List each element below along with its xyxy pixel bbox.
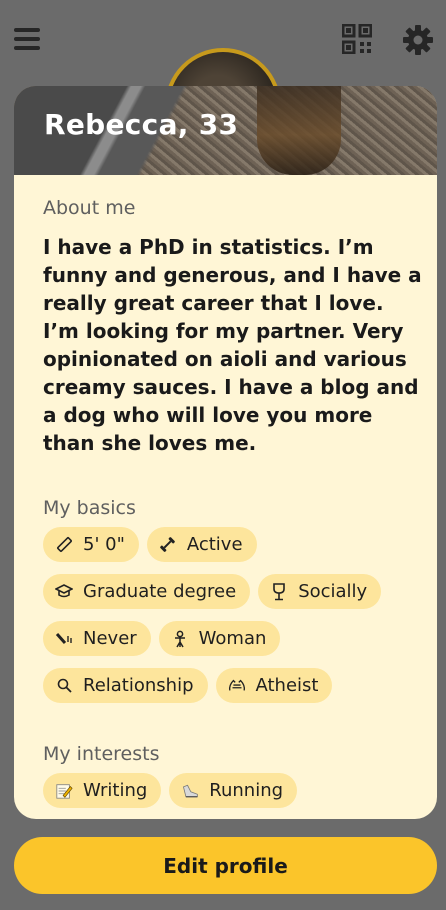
interest-chip-running: Running — [169, 773, 298, 808]
interest-chip-label: Writing — [83, 780, 148, 801]
basic-chip-label: Graduate degree — [83, 581, 237, 602]
profile-card: Rebecca, 33 About me I have a PhD in sta… — [14, 86, 437, 819]
smoking-icon — [55, 630, 73, 648]
qr-code-icon[interactable] — [341, 23, 373, 55]
basic-chip-education: Graduate degree — [43, 574, 251, 609]
basic-chip-label: Woman — [198, 628, 267, 649]
basic-chip-exercise: Active — [146, 527, 257, 562]
interests-label: My interests — [43, 743, 160, 765]
basic-chip-label: 5' 0" — [83, 534, 125, 555]
profile-name-age: Rebecca, 33 — [44, 108, 239, 141]
edit-profile-button[interactable]: Edit profile — [14, 837, 437, 894]
dumbbell-icon — [159, 536, 177, 554]
basic-chip-label: Atheist — [255, 675, 319, 696]
gender-icon — [171, 630, 189, 648]
basic-chip-smoking: Never — [43, 621, 151, 656]
basic-chip-label: Active — [186, 534, 243, 555]
profile-photo[interactable]: Rebecca, 33 — [14, 86, 437, 175]
basic-chip-gender: Woman — [158, 621, 281, 656]
basic-chip-religion: Atheist — [215, 668, 333, 703]
running-shoe-icon — [181, 782, 199, 800]
basic-chip-label: Socially — [298, 581, 368, 602]
about-text: I have a PhD in statistics. I’m funny an… — [43, 235, 422, 455]
menu-icon[interactable] — [14, 26, 42, 52]
praying-hands-icon — [228, 677, 246, 695]
search-icon — [55, 677, 73, 695]
basic-chip-looking-for: Relationship — [43, 668, 208, 703]
interests-chips: Writing Running — [43, 773, 423, 808]
basics-chips: 5' 0" Active Graduate degree Socially Ne… — [43, 527, 423, 703]
interest-chip-label: Running — [209, 780, 284, 801]
basic-chip-label: Never — [83, 628, 137, 649]
basic-chip-label: Relationship — [83, 675, 194, 696]
graduation-cap-icon — [55, 583, 73, 601]
basic-chip-height: 5' 0" — [43, 527, 139, 562]
basic-chip-drinking: Socially — [258, 574, 382, 609]
memo-icon — [55, 782, 73, 800]
wine-glass-icon — [270, 582, 288, 601]
interest-chip-writing: Writing — [43, 773, 162, 808]
settings-gear-icon[interactable] — [402, 24, 434, 56]
basics-label: My basics — [43, 497, 136, 519]
about-label: About me — [43, 197, 136, 219]
profile-content: About me I have a PhD in statistics. I’m… — [14, 175, 437, 808]
ruler-icon — [55, 536, 73, 554]
